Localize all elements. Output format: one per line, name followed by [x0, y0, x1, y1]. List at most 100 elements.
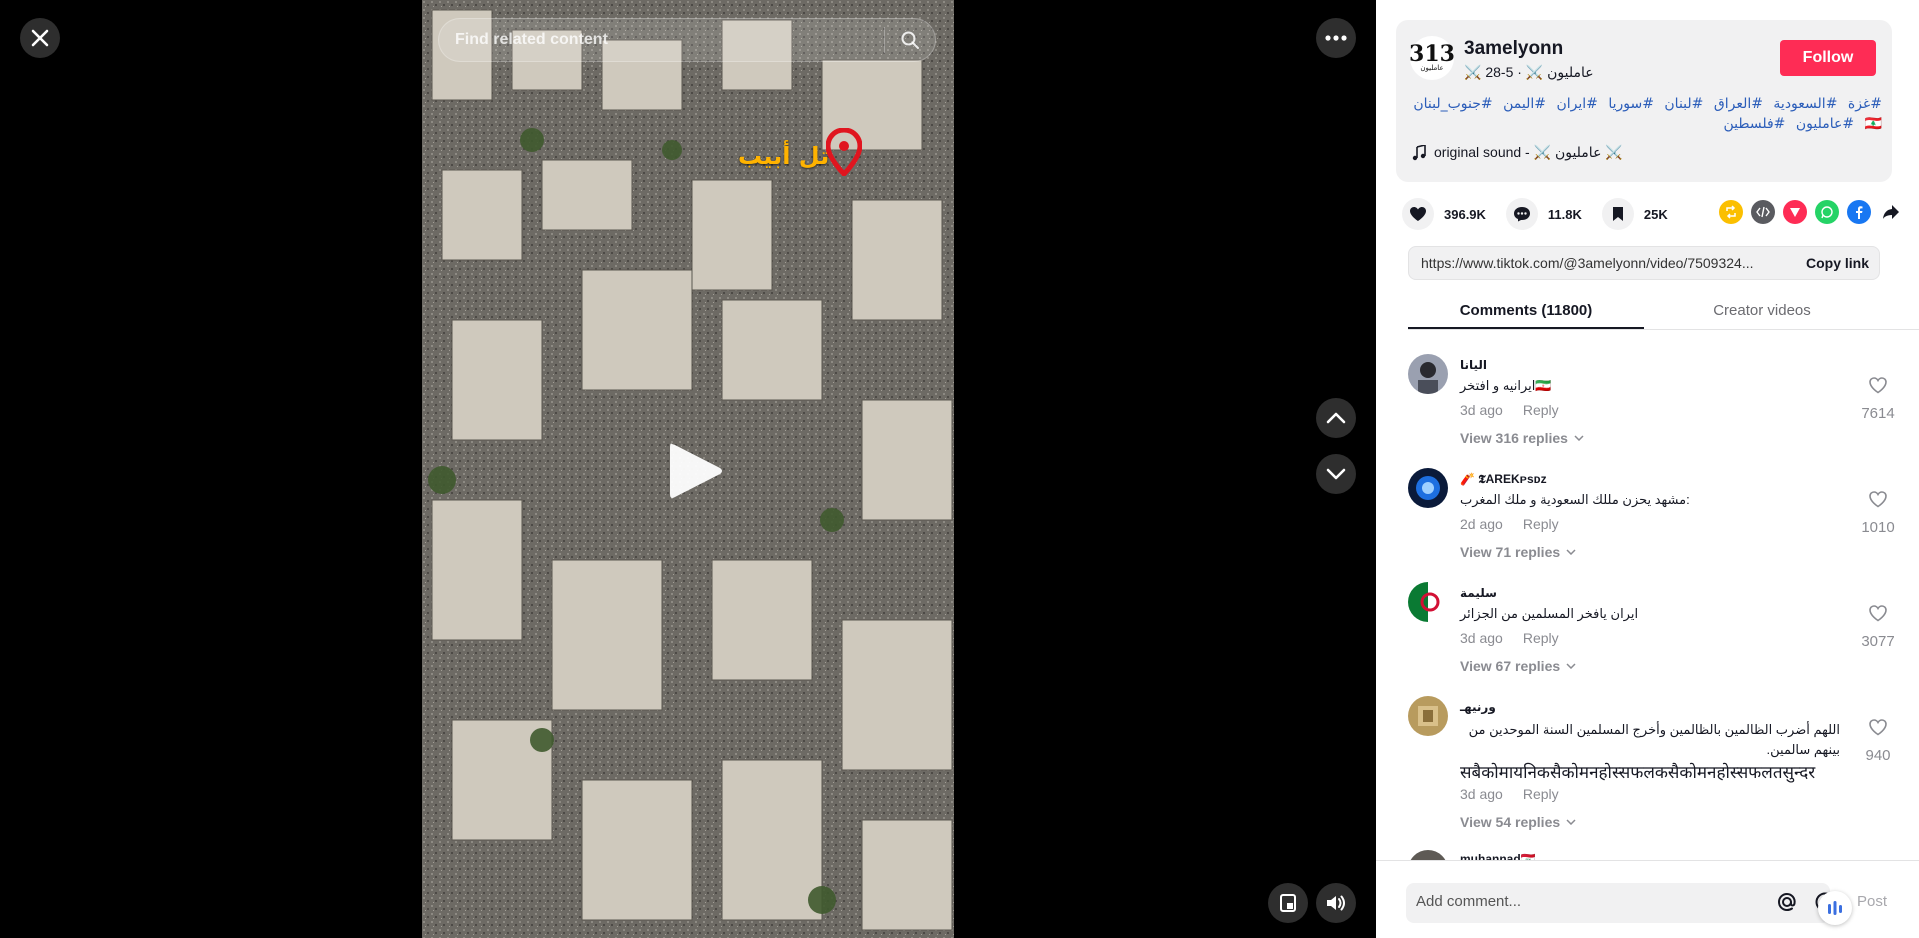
hashtag-link[interactable]: #عامليون	[1796, 116, 1854, 132]
comment-like-count: 7614	[1861, 405, 1895, 422]
search-input[interactable]	[439, 31, 884, 49]
volume-button[interactable]	[1316, 883, 1356, 923]
hashtag-link[interactable]: #غزة	[1848, 96, 1882, 112]
comment-like-count: 940	[1865, 747, 1891, 764]
like-stat[interactable]: 396.9K	[1402, 198, 1486, 230]
comment-like[interactable]: 3077	[1858, 604, 1898, 650]
close-icon	[31, 29, 49, 47]
hashtag-link[interactable]: #لبنان	[1664, 96, 1703, 112]
commenter-avatar[interactable]	[1408, 850, 1448, 860]
save-stat[interactable]: 25K	[1601, 198, 1668, 230]
play-icon[interactable]	[666, 440, 724, 507]
view-replies-button[interactable]: View 54 replies	[1460, 814, 1576, 830]
commenter-avatar[interactable]	[1408, 582, 1448, 622]
mention-icon[interactable]	[1776, 891, 1798, 918]
copy-link-button[interactable]: Copy link	[1806, 255, 1869, 271]
view-replies-button[interactable]: View 316 replies	[1460, 430, 1584, 446]
facebook-icon[interactable]	[1847, 200, 1871, 224]
comment-like[interactable]: 940	[1858, 718, 1898, 764]
comment-meta: 3d ago Reply	[1460, 402, 1559, 418]
comment-time: 2d ago	[1460, 516, 1503, 532]
tab-comments[interactable]: Comments (11800)	[1408, 292, 1644, 329]
heart-icon[interactable]	[1402, 198, 1434, 230]
hashtag-list: #غزة #السعودية #العراق #لبنان #سوريا #اي…	[1412, 94, 1882, 134]
embed-icon[interactable]	[1751, 200, 1775, 224]
hashtag-link[interactable]: #اليمن	[1503, 96, 1546, 112]
commenter-name[interactable]: ورنيهـ	[1460, 700, 1496, 714]
engagement-row: 396.9K 11.8K 25K	[1402, 198, 1899, 230]
panel-tabs: Comments (11800) Creator videos	[1408, 292, 1919, 330]
comment-text: اللهم أضرب الظالمين بالظالمين وأخرج المس…	[1468, 722, 1840, 757]
share-arrow-icon[interactable]	[1879, 200, 1903, 224]
video-player: تل أبيب	[0, 0, 1376, 938]
share-icons	[1719, 200, 1903, 224]
hashtag-link[interactable]: #فلسطين	[1724, 116, 1786, 132]
hashtag-link[interactable]: #ايران	[1556, 96, 1597, 112]
heart-outline-icon[interactable]	[1868, 604, 1888, 622]
comment-item: اليانا ايرانيه و افتخر🇮🇷 3d ago Reply Vi…	[1408, 344, 1898, 454]
whatsapp-icon[interactable]	[1815, 200, 1839, 224]
hashtag-link[interactable]: #العراق	[1714, 96, 1763, 112]
close-button[interactable]	[20, 18, 60, 58]
send-icon[interactable]	[1783, 200, 1807, 224]
next-video-button[interactable]	[1316, 454, 1356, 494]
previous-video-button[interactable]	[1316, 398, 1356, 438]
view-replies-label: View 316 replies	[1460, 430, 1568, 446]
comment-text-extra: सबैकोमायनिकसैकोमनहोस्सफलकसैकोमनहोस्सफलतस…	[1460, 763, 1816, 783]
comment-like[interactable]: 7614	[1858, 376, 1898, 422]
commenter-name[interactable]: muhannad🇮🇶	[1460, 852, 1536, 860]
commenter-name[interactable]: سليمة	[1460, 586, 1497, 600]
avatar-text: 313	[1409, 41, 1455, 67]
comment-like[interactable]: 1010	[1858, 490, 1898, 536]
view-replies-button[interactable]: View 67 replies	[1460, 658, 1576, 674]
tab-creator-videos[interactable]: Creator videos	[1644, 292, 1880, 329]
comment-text: ايران يافخر المسلمين من الجزائر	[1460, 606, 1639, 621]
commenter-avatar[interactable]	[1408, 468, 1448, 508]
reply-button[interactable]: Reply	[1523, 516, 1559, 532]
reply-button[interactable]: Reply	[1523, 630, 1559, 646]
search-bar[interactable]	[438, 18, 936, 62]
author-avatar[interactable]: 313 عامليون	[1409, 36, 1455, 80]
commenter-avatar[interactable]	[1408, 354, 1448, 394]
comment-time: 3d ago	[1460, 786, 1503, 802]
music-line[interactable]: original sound - ⚔️ عامليون ⚔️	[1412, 144, 1623, 161]
heart-outline-icon[interactable]	[1868, 490, 1888, 508]
comment-text: ايرانيه و افتخر🇮🇷	[1460, 378, 1552, 393]
repost-icon[interactable]	[1719, 200, 1743, 224]
commenter-avatar[interactable]	[1408, 696, 1448, 736]
follow-button[interactable]: Follow	[1780, 40, 1876, 76]
view-replies-label: View 54 replies	[1460, 814, 1561, 830]
picture-in-picture-button[interactable]	[1268, 883, 1308, 923]
video-link-box[interactable]: https://www.tiktok.com/@3amelyonn/video/…	[1408, 246, 1880, 280]
chevron-down-icon	[1566, 549, 1576, 555]
view-replies-label: View 71 replies	[1460, 544, 1561, 560]
chevron-down-icon	[1574, 435, 1584, 441]
heart-outline-icon[interactable]	[1868, 376, 1888, 394]
author-name[interactable]: 3amelyonn	[1464, 38, 1563, 60]
hashtag-link[interactable]: #سوريا	[1608, 96, 1654, 112]
search-icon[interactable]	[885, 30, 935, 50]
more-options-button[interactable]	[1316, 18, 1356, 58]
comment-stat[interactable]: 11.8K	[1505, 198, 1582, 230]
video-url[interactable]: https://www.tiktok.com/@3amelyonn/video/…	[1421, 255, 1773, 271]
comment-item: ورنيهـ اللهم أضرب الظالمين بالظالمين وأخ…	[1408, 686, 1898, 838]
post-button[interactable]: Post	[1857, 893, 1887, 910]
reply-button[interactable]: Reply	[1523, 786, 1559, 802]
commenter-name[interactable]: 🧨 𝕿AREKᴘsᴅᴢ	[1460, 472, 1547, 487]
comment-like-count: 1010	[1861, 519, 1895, 536]
reply-button[interactable]: Reply	[1523, 402, 1559, 418]
chevron-up-icon	[1326, 412, 1346, 424]
commenter-name[interactable]: اليانا	[1460, 358, 1487, 372]
voice-input-button[interactable]	[1818, 891, 1852, 925]
heart-outline-icon[interactable]	[1868, 718, 1888, 736]
author-subline: ⚔️ عامليون ⚔️ · 5-28	[1464, 64, 1594, 80]
hashtag-link[interactable]: #السعودية	[1773, 96, 1837, 112]
comment-composer: Post	[1376, 860, 1919, 938]
view-replies-button[interactable]: View 71 replies	[1460, 544, 1576, 560]
bookmark-icon[interactable]	[1601, 198, 1634, 230]
comment-bubble-icon[interactable]	[1505, 198, 1538, 230]
comment-input[interactable]	[1416, 893, 1726, 910]
comment-input-box[interactable]	[1406, 883, 1835, 923]
music-note-icon	[1412, 144, 1426, 160]
pip-icon	[1280, 894, 1296, 912]
